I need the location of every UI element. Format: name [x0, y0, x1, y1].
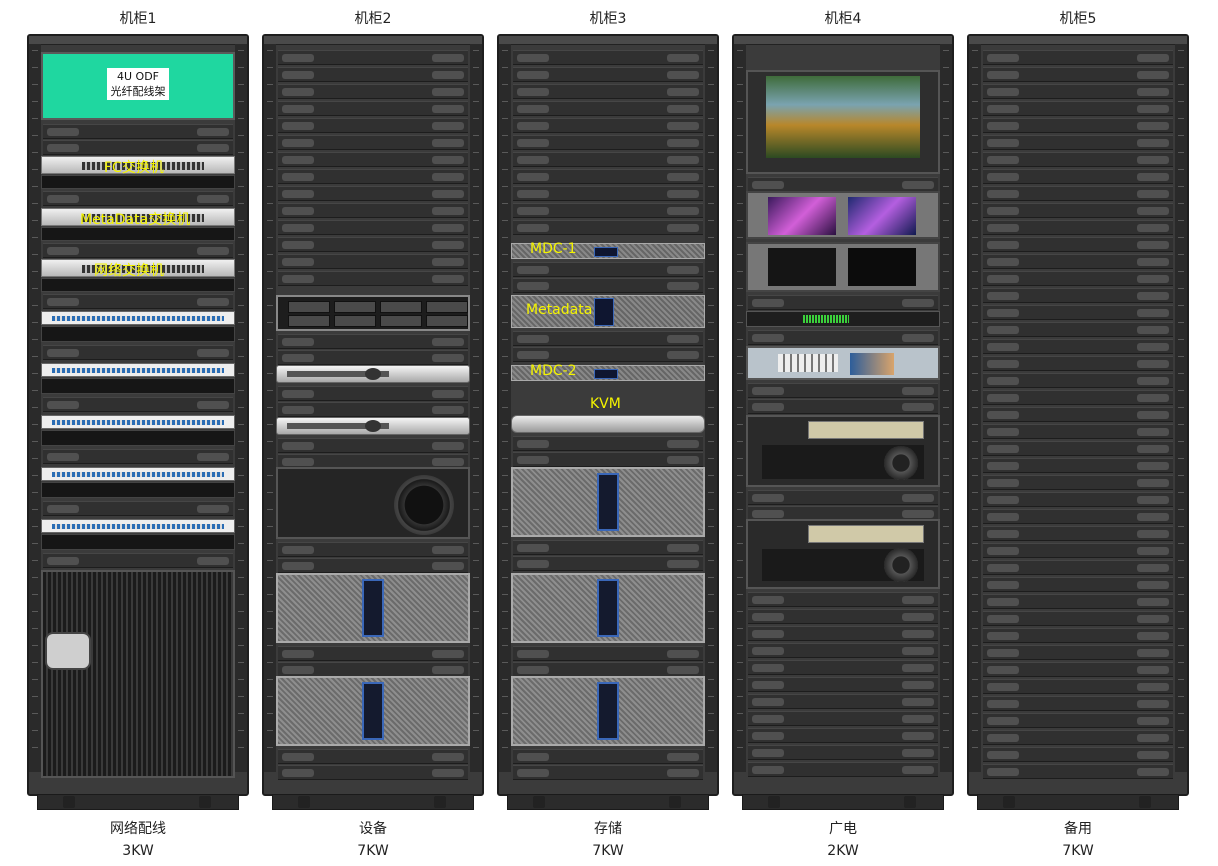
rack-power: 2KW [827, 843, 859, 859]
cable-tray [41, 534, 235, 550]
rack-title: 机柜3 [589, 11, 627, 27]
rack-cabinet [967, 34, 1189, 810]
rack-role: 设备 [359, 821, 387, 837]
cable-tray [41, 482, 235, 498]
rack-power: 7KW [1062, 843, 1094, 859]
rack-cabinet [732, 34, 954, 810]
kvm-console: KVM [511, 396, 705, 433]
rack-footer: 网络配线 3KW [23, 818, 253, 862]
rack-cabinet: 4U ODF 光纤配线架 FC交换机 MetaData交换机 网络交换机 [27, 34, 249, 810]
fc-switch-label: FC交换机 [104, 160, 164, 176]
cable-tray [41, 326, 235, 342]
rack-title: 机柜4 [824, 11, 862, 27]
storage-chassis [511, 573, 705, 643]
rack-2: 机柜2 设备 7KW [258, 0, 488, 866]
storage-chassis [511, 676, 705, 746]
ups-unit [41, 570, 235, 778]
fc-switch: FC交换机 [41, 156, 235, 176]
rack-power: 7KW [592, 843, 624, 859]
nas-storage-server [276, 295, 470, 331]
network-switch-label: 网络交换机 [94, 263, 164, 279]
network-switch: 网络交换机 [41, 259, 235, 279]
rack-title: 机柜2 [354, 11, 392, 27]
rack-bays [276, 46, 470, 780]
patch-panel [41, 363, 235, 377]
tape-deck-recorder [746, 519, 940, 589]
odf-label-line1: 4U ODF [116, 70, 159, 83]
rack-cabinet [262, 34, 484, 810]
patch-panel [41, 311, 235, 325]
rack-bays [983, 46, 1173, 779]
cable-tray [41, 227, 235, 241]
kvm-label: KVM [590, 396, 621, 412]
ups-control-panel [45, 632, 91, 670]
storage-chassis [276, 573, 470, 643]
rack-footer: 设备 7KW [258, 818, 488, 862]
rack-3: 机柜3 MDC-1 Metadata MDC-2 KVM 存储 7KW [493, 0, 723, 866]
odf-fiber-panel: 4U ODF 光纤配线架 [41, 52, 235, 120]
storage-chassis [276, 676, 470, 746]
cable-tray [41, 430, 235, 446]
cable-tray [41, 378, 235, 394]
odf-label-line2: 光纤配线架 [110, 85, 166, 98]
metadata-switch: MetaData交换机 [41, 208, 235, 228]
odf-label-box: 4U ODF 光纤配线架 [107, 68, 169, 100]
rack-role: 网络配线 [110, 821, 166, 837]
rack-cabinet: MDC-1 Metadata MDC-2 KVM [497, 34, 719, 810]
mac-pro-rack [276, 467, 470, 539]
rack-server [276, 365, 470, 383]
cable-tray [41, 175, 235, 189]
monitor-screen-image [766, 76, 920, 158]
rack-footer: 广电 2KW [728, 818, 958, 862]
rack-bays [746, 46, 940, 777]
mdc-2-server: MDC-2 [511, 363, 705, 381]
rack-role: 备用 [1064, 821, 1092, 837]
cable-tray [41, 278, 235, 292]
rack-4: 机柜4 广电 2KW [728, 0, 958, 866]
mdc-2-label: MDC-2 [530, 363, 577, 379]
patch-panel [41, 519, 235, 533]
mdc-1-server: MDC-1 [511, 241, 705, 259]
dual-preview-monitor [746, 191, 940, 239]
rack-footer: 存储 7KW [493, 818, 723, 862]
rack-bays: MDC-1 Metadata MDC-2 KVM [511, 46, 705, 780]
rack-1: 机柜1 4U ODF 光纤配线架 FC交换机 MetaData交换机 网络交换机… [23, 0, 253, 866]
tape-deck-recorder [746, 415, 940, 487]
video-switcher [746, 346, 940, 380]
audio-meter-unit [746, 311, 940, 327]
patch-panel [41, 415, 235, 429]
metadata-label: Metadata [526, 302, 593, 318]
rack-title: 机柜1 [119, 11, 157, 27]
metadata-switch-label: MetaData交换机 [80, 212, 191, 228]
rack-power: 3KW [122, 843, 154, 859]
rack-title: 机柜5 [1059, 11, 1097, 27]
rack-role: 存储 [594, 821, 622, 837]
patch-panel [41, 467, 235, 481]
rack-bays: 4U ODF 光纤配线架 FC交换机 MetaData交换机 网络交换机 [41, 46, 235, 778]
storage-chassis [511, 467, 705, 537]
rack-monitor [746, 70, 940, 174]
mdc-1-label: MDC-1 [530, 241, 577, 257]
rack-power: 7KW [357, 843, 389, 859]
rack-footer: 备用 7KW [963, 818, 1193, 862]
metadata-server: Metadata [511, 295, 705, 328]
rack-server [276, 417, 470, 435]
dual-preview-monitor [746, 242, 940, 292]
rack-5: 机柜5 备用 7KW [963, 0, 1193, 866]
rack-role: 广电 [829, 821, 857, 837]
